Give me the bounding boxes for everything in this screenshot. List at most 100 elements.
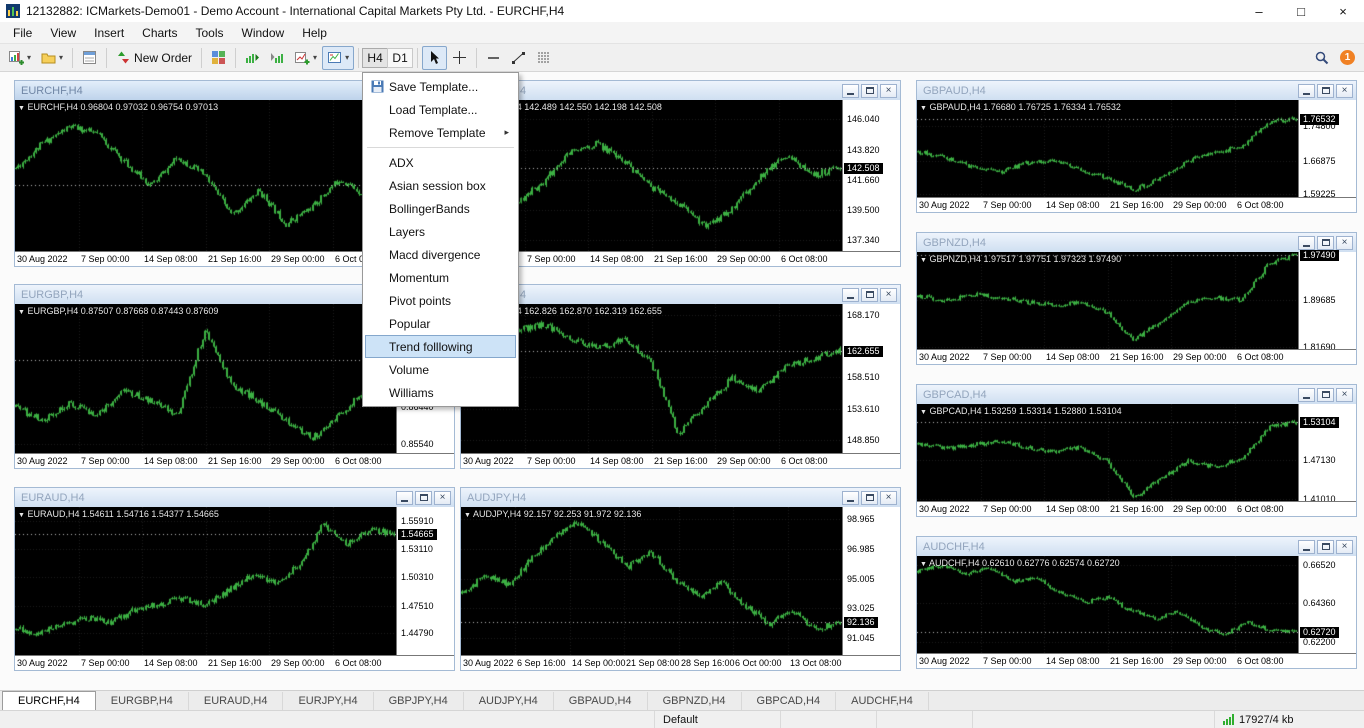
menu-item-layers[interactable]: Layers (365, 220, 516, 243)
price-axis[interactable]: 1.559101.546651.531101.503101.475101.447… (396, 507, 454, 655)
tab-eurjpy-h4[interactable]: EURJPY,H4 (283, 692, 373, 710)
time-axis[interactable]: 30 Aug 20227 Sep 00:0014 Sep 08:0021 Sep… (461, 251, 900, 266)
fibonacci-button[interactable] (531, 46, 556, 70)
profile-selector[interactable]: Default (655, 711, 781, 728)
chart-window-titlebar[interactable]: GBPAUD,H4× (917, 81, 1356, 100)
candlestick-chart[interactable] (917, 404, 1298, 501)
chart-restore-button[interactable] (1317, 84, 1334, 98)
menu-help[interactable]: Help (293, 24, 336, 42)
close-button[interactable]: × (1322, 0, 1364, 22)
chart-restore-button[interactable] (861, 288, 878, 302)
candlestick-chart[interactable] (15, 507, 396, 655)
menu-file[interactable]: File (4, 24, 41, 42)
tab-audjpy-h4[interactable]: AUDJPY,H4 (464, 692, 554, 710)
search-button[interactable] (1309, 46, 1335, 70)
time-axis[interactable]: 30 Aug 20227 Sep 00:0014 Sep 08:0021 Sep… (15, 453, 454, 468)
chart-restore-button[interactable] (1317, 236, 1334, 250)
indicators-button[interactable]: ▾ (290, 46, 322, 70)
chart-shift-button[interactable] (265, 46, 290, 70)
menu-item-popular[interactable]: Popular (365, 312, 516, 335)
chart-minimize-button[interactable] (842, 288, 859, 302)
templates-button[interactable]: ▾ (322, 46, 354, 70)
timeframe-h4-button[interactable]: H4 (362, 48, 388, 68)
chart-restore-button[interactable] (1317, 388, 1334, 402)
data-window-button[interactable] (77, 46, 102, 70)
tab-gbpcad-h4[interactable]: GBPCAD,H4 (742, 692, 837, 710)
notification-badge[interactable]: 1 (1335, 46, 1360, 70)
price-axis[interactable]: 146.040143.820142.508141.660139.500137.3… (842, 100, 900, 251)
menu-item-load-template[interactable]: Load Template... (365, 98, 516, 121)
chart-restore-button[interactable] (415, 491, 432, 505)
crosshair-button[interactable] (447, 46, 472, 70)
tab-euraud-h4[interactable]: EURAUD,H4 (189, 692, 284, 710)
menu-item-asian-session-box[interactable]: Asian session box (365, 174, 516, 197)
chart-restore-button[interactable] (861, 84, 878, 98)
chart-close-button[interactable]: × (880, 288, 897, 302)
price-axis[interactable]: 98.96596.98595.00593.02592.13691.045 (842, 507, 900, 655)
menu-tools[interactable]: Tools (187, 24, 233, 42)
menu-item-momentum[interactable]: Momentum (365, 266, 516, 289)
menu-insert[interactable]: Insert (85, 24, 133, 42)
menu-item-pivot-points[interactable]: Pivot points (365, 289, 516, 312)
maximize-restore-button[interactable]: □ (1280, 0, 1322, 22)
chart-minimize-button[interactable] (842, 84, 859, 98)
chart-window-titlebar[interactable]: GBPJPY,H4× (461, 285, 900, 304)
menu-item-remove-template[interactable]: Remove Template▸ (365, 121, 516, 144)
time-axis[interactable]: 30 Aug 20227 Sep 00:0014 Sep 08:0021 Sep… (15, 655, 454, 670)
chart-close-button[interactable]: × (1336, 388, 1353, 402)
new-chart-button[interactable]: ▾ (4, 46, 36, 70)
candlestick-chart[interactable] (917, 100, 1298, 197)
chart-minimize-button[interactable] (396, 491, 413, 505)
menu-item-trend-folllowing[interactable]: Trend folllowing (365, 335, 516, 358)
candlestick-chart[interactable] (461, 507, 842, 655)
candlestick-chart[interactable] (15, 100, 396, 251)
menu-item-save-template[interactable]: Save Template... (365, 75, 516, 98)
menu-view[interactable]: View (41, 24, 85, 42)
tab-gbpjpy-h4[interactable]: GBPJPY,H4 (374, 692, 464, 710)
price-axis[interactable]: 0.665200.643600.627200.62200 (1298, 556, 1356, 653)
menu-item-macd-divergence[interactable]: Macd divergence (365, 243, 516, 266)
menu-item-bollingerbands[interactable]: BollingerBands (365, 197, 516, 220)
candlestick-chart[interactable] (917, 556, 1298, 653)
chart-restore-button[interactable] (861, 491, 878, 505)
new-order-button[interactable]: New Order (111, 46, 197, 70)
chart-restore-button[interactable] (1317, 540, 1334, 554)
chart-close-button[interactable]: × (434, 491, 451, 505)
price-axis[interactable]: 1.974901.896851.81690 (1298, 252, 1356, 349)
tab-gbpnzd-h4[interactable]: GBPNZD,H4 (648, 692, 742, 710)
menu-window[interactable]: Window (233, 24, 294, 42)
auto-scroll-button[interactable] (240, 46, 265, 70)
price-axis[interactable]: 1.531041.471301.41010 (1298, 404, 1356, 501)
cursor-button[interactable] (422, 46, 447, 70)
chart-window-titlebar[interactable]: EURJPY,H4× (461, 81, 900, 100)
candlestick-chart[interactable] (917, 252, 1298, 349)
tab-audchf-h4[interactable]: AUDCHF,H4 (836, 692, 929, 710)
time-axis[interactable]: 30 Aug 20226 Sep 16:0014 Sep 00:0021 Sep… (461, 655, 900, 670)
chart-close-button[interactable]: × (880, 491, 897, 505)
chart-window-titlebar[interactable]: GBPNZD,H4× (917, 233, 1356, 252)
menu-item-williams[interactable]: Williams (365, 381, 516, 404)
chart-window-titlebar[interactable]: AUDJPY,H4× (461, 488, 900, 507)
chart-close-button[interactable]: × (880, 84, 897, 98)
menu-charts[interactable]: Charts (133, 24, 186, 42)
time-axis[interactable]: 30 Aug 20227 Sep 00:0014 Sep 08:0021 Sep… (917, 197, 1356, 212)
tab-gbpaud-h4[interactable]: GBPAUD,H4 (554, 692, 648, 710)
chart-close-button[interactable]: × (1336, 236, 1353, 250)
horizontal-line-button[interactable] (481, 46, 506, 70)
price-axis[interactable]: 1.765321.748001.668751.59225 (1298, 100, 1356, 197)
chart-window-titlebar[interactable]: AUDCHF,H4× (917, 537, 1356, 556)
menu-item-adx[interactable]: ADX (365, 151, 516, 174)
price-axis[interactable]: 168.170162.655158.510153.610148.850 (842, 304, 900, 453)
menu-item-volume[interactable]: Volume (365, 358, 516, 381)
chart-minimize-button[interactable] (1298, 84, 1315, 98)
chart-minimize-button[interactable] (842, 491, 859, 505)
tile-windows-button[interactable] (206, 46, 231, 70)
time-axis[interactable]: 30 Aug 20227 Sep 00:0014 Sep 08:0021 Sep… (461, 453, 900, 468)
profiles-button[interactable]: ▾ (36, 46, 68, 70)
chart-minimize-button[interactable] (1298, 236, 1315, 250)
chart-window-titlebar[interactable]: EURAUD,H4× (15, 488, 454, 507)
tab-eurchf-h4[interactable]: EURCHF,H4 (2, 691, 96, 710)
chart-close-button[interactable]: × (1336, 84, 1353, 98)
chart-window-titlebar[interactable]: GBPCAD,H4× (917, 385, 1356, 404)
time-axis[interactable]: 30 Aug 20227 Sep 00:0014 Sep 08:0021 Sep… (917, 349, 1356, 364)
